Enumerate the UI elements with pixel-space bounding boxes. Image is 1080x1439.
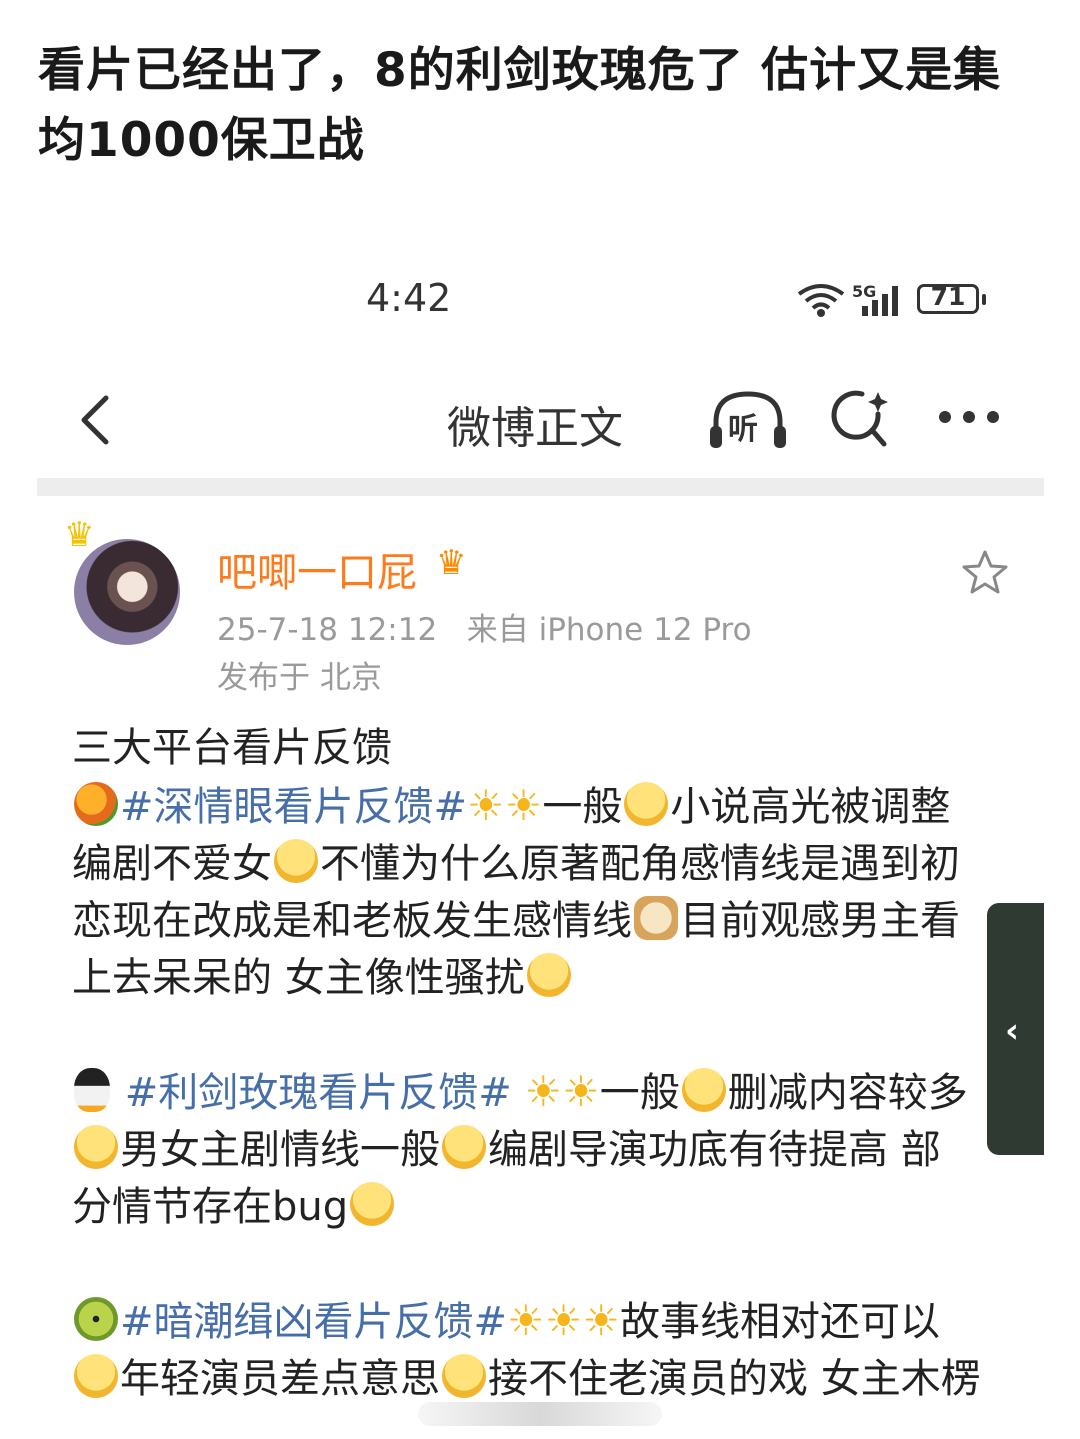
post-line: #深情眼看片反馈#☀☀一般 小说高光被调整 [72, 777, 1012, 836]
star-icon: ☀ [504, 781, 543, 830]
post-source: 来自 iPhone 12 Pro [466, 612, 752, 648]
post-line: 年轻演员差点意思 接不住老演员的戏 女主木楞 [72, 1351, 1012, 1408]
listen-label: 听 [728, 412, 758, 447]
star-outline-icon[interactable] [960, 548, 1010, 598]
post-line: 男女主剧情线一般 编剧导演功底有待提高 部 [72, 1122, 1012, 1179]
battery-level: 71 [930, 282, 966, 311]
more-dot [939, 411, 951, 423]
emoji-icon [274, 839, 318, 883]
emoji-icon [526, 953, 571, 997]
post-line: 上去呆呆的 女主像性骚扰 [72, 950, 1012, 1007]
top-nav: 微博正文 听 [0, 380, 1080, 460]
post-text: 上去呆呆的 女主像性骚扰 [72, 955, 525, 1001]
status-bar: 4:42 5G 71 [0, 270, 1080, 330]
chevron-left-icon: ‹ [1005, 1011, 1020, 1051]
star-icon: ☀ [467, 781, 505, 830]
emoji-icon [442, 1354, 486, 1398]
hashtag-link[interactable]: #深情眼看片反馈# [120, 784, 467, 830]
chevron-left-icon[interactable] [72, 390, 122, 450]
more-dot [987, 411, 999, 423]
post-text: 分情节存在bug [72, 1184, 349, 1230]
post-line: #利剑玫瑰看片反馈# ☀☀一般 删减内容较多 [72, 1063, 1012, 1122]
post-text: 三大平台看片反馈 [72, 725, 392, 771]
more-icon[interactable] [935, 406, 1001, 430]
emoji-icon [442, 1125, 486, 1169]
emoji-icon [681, 1068, 726, 1112]
battery-icon: 71 [917, 282, 979, 314]
post-text: 目前观感男主看 [680, 898, 960, 944]
post-text: 接不住老演员的戏 女主木楞 [488, 1356, 981, 1402]
post-line: 编剧不爱女 不懂为什么原著配角感情线是遇到初 [72, 836, 1012, 893]
kiwi-icon [74, 1297, 118, 1341]
wifi-icon [797, 284, 845, 317]
mango-icon [74, 782, 118, 826]
post-text: 故事线相对还可以 [620, 1299, 940, 1345]
more-dot [963, 411, 975, 423]
status-time: 4:42 [366, 276, 452, 320]
signal-icon [862, 286, 898, 316]
post-text: 一般 [599, 1070, 680, 1116]
post-line: 恋现在改成是和老板发生感情线 目前观感男主看 [72, 893, 1012, 950]
listen-button[interactable]: 听 [708, 388, 788, 452]
hashtag-link[interactable]: #利剑玫瑰看片反馈# [125, 1070, 512, 1116]
star-icon: ☀ [562, 1067, 600, 1116]
vip-crown-icon: ♛ [436, 543, 467, 583]
star-icon: ☀ [582, 1296, 620, 1345]
emoji-icon [74, 1125, 118, 1169]
post-text: 恋现在改成是和老板发生感情线 [72, 898, 632, 944]
post-meta: 25-7-18 12:12 来自 iPhone 12 Pro [217, 604, 752, 649]
search-icon[interactable] [828, 386, 894, 454]
page-title: 微博正文 [447, 403, 623, 454]
post-line: #暗潮缉凶看片反馈#☀☀☀故事线相对还可以 [72, 1292, 1012, 1351]
doge-icon [634, 896, 678, 940]
star-icon: ☀ [507, 1296, 545, 1345]
divider [37, 478, 1044, 496]
post-text: 删减内容较多 [727, 1070, 968, 1116]
post-line: 分情节存在bug [72, 1179, 1012, 1236]
post-text: 年轻演员差点意思 [120, 1356, 440, 1402]
emoji-icon [74, 1354, 118, 1398]
side-drawer-tab[interactable]: ‹ [987, 903, 1044, 1155]
caption: 看片已经出了，8的利剑玫瑰危了 估计又是集均1000保卫战 [38, 43, 1002, 168]
star-icon: ☀ [524, 1067, 563, 1116]
watermark [418, 1402, 662, 1426]
post-line: 三大平台看片反馈 [72, 720, 1012, 777]
post-timestamp: 25-7-18 12:12 [217, 612, 438, 648]
penguin-icon [74, 1068, 110, 1112]
post-text: 不懂为什么原著配角感情线是遇到初 [320, 841, 960, 887]
post-text: 编剧不爱女 [72, 841, 272, 887]
post-text: 男女主剧情线一般 [120, 1127, 440, 1173]
post-location: 发布于 北京 [217, 660, 382, 696]
emoji-icon [624, 782, 669, 826]
avatar[interactable]: ♛ [64, 515, 184, 645]
post-text: 编剧导演功底有待提高 部 [488, 1127, 941, 1173]
emoji-icon [350, 1182, 395, 1226]
hashtag-link[interactable]: #暗潮缉凶看片反馈# [120, 1299, 507, 1345]
star-icon: ☀ [544, 1296, 583, 1345]
post-text: 小说高光被调整 [670, 784, 951, 830]
crown-icon: ♛ [64, 515, 95, 555]
post-text: 一般 [542, 784, 623, 830]
post-body: 三大平台看片反馈 #深情眼看片反馈#☀☀一般 小说高光被调整 编剧不爱女 不懂为什么… [72, 720, 1012, 1408]
username[interactable]: 吧唧一口屁 [217, 540, 417, 598]
battery-tip [982, 294, 986, 305]
